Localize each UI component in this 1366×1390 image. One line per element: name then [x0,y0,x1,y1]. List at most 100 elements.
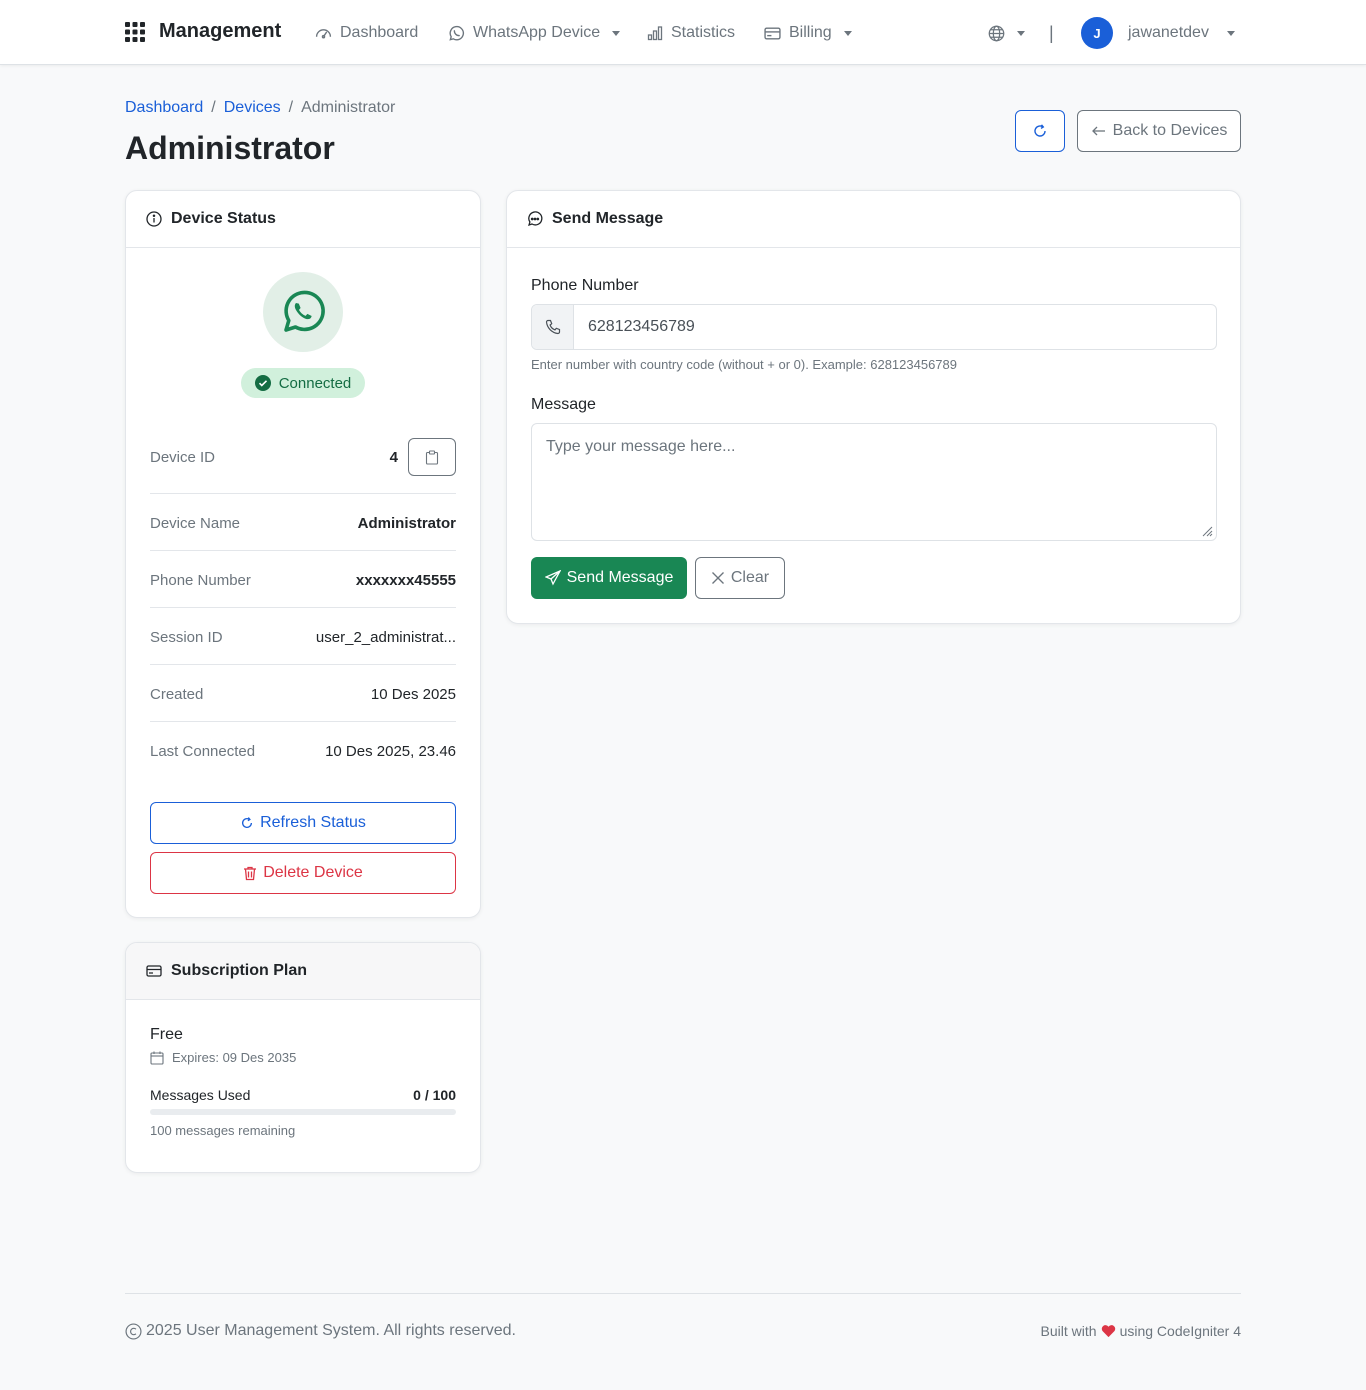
messages-progress-bar [150,1109,456,1115]
row-divider [150,550,456,551]
message-textarea[interactable]: Type your message here... [531,423,1217,541]
whatsapp-logo [263,272,343,352]
device-id-value: 4 [389,448,398,466]
globe-icon [988,25,1005,42]
info-icon [146,211,162,227]
resize-handle-icon[interactable] [1201,525,1213,537]
plan-expiry-text: Expires: 09 Des 2035 [172,1050,297,1065]
breadcrumb-devices[interactable]: Devices [224,99,281,117]
whatsapp-icon [448,25,465,42]
built-using-text: using CodeIgniter 4 [1119,1323,1241,1339]
row-divider [150,493,456,494]
user-menu[interactable]: jawanetdev [1128,22,1235,44]
phone-number-help: Enter number with country code (without … [531,357,957,372]
whatsapp-icon [278,287,328,337]
send-message-label: Send Message [566,569,674,586]
brand[interactable]: Management [125,20,281,43]
phone-number-label: Phone Number [531,277,639,294]
device-status-header: Device Status [126,191,480,248]
phone-number-field[interactable]: 628123456789 [531,304,1217,350]
plan-expiry: Expires: 09 Des 2035 [150,1050,296,1065]
chevron-down-icon [843,30,852,36]
nav-whatsapp-device-label: WhatsApp Device [473,24,601,41]
session-id-label: Session ID [150,628,223,646]
footer-copyright: 2025 User Management System. All rights … [125,1322,516,1340]
refresh-status-button[interactable]: Refresh Status [150,802,456,844]
nav-statistics-label: Statistics [671,24,736,41]
messages-used-value: 0 / 100 [413,1087,456,1103]
last-connected-label: Last Connected [150,742,256,760]
heart-icon [1101,1324,1116,1338]
copy-button[interactable] [408,438,456,476]
send-message-title: Send Message [552,210,664,227]
chevron-down-icon [1226,30,1235,36]
page-title: Administrator [125,130,335,166]
refresh-icon [1032,123,1048,139]
calendar-icon [150,1051,164,1065]
row-divider [150,664,456,665]
delete-device-button[interactable]: Delete Device [150,852,456,894]
send-message-card: Send Message Phone Number 628123456789 E… [506,190,1241,624]
row-divider [150,721,456,722]
nav-whatsapp-device[interactable]: WhatsApp Device [448,22,621,44]
created-label: Created [150,685,204,703]
refresh-status-label: Refresh Status [260,814,366,831]
phone-icon [532,305,574,349]
device-name-row: Device Name Administrator [150,511,456,535]
check-circle-icon [254,375,271,391]
messages-used-label: Messages Used [150,1087,251,1103]
nav-billing-label: Billing [789,24,832,41]
chevron-down-icon [1017,30,1025,36]
nav-dashboard[interactable]: Dashboard [315,22,418,44]
phone-number-value: xxxxxxx45555 [355,571,456,589]
footer-divider [125,1293,1241,1294]
subscription-card: Subscription Plan Free Expires: 09 Des 2… [125,942,481,1173]
session-id-value: user_2_administrat... [315,628,456,646]
message-placeholder: Type your message here... [546,438,736,455]
messages-used-row: Messages Used 0 / 100 [150,1087,456,1103]
clear-label: Clear [730,569,770,586]
phone-number-input[interactable]: 628123456789 [574,305,1216,349]
plan-name: Free [150,1026,183,1043]
breadcrumb-dashboard[interactable]: Dashboard [125,99,203,117]
breadcrumb: Dashboard / Devices / Administrator [125,99,395,117]
breadcrumb-separator: / [288,99,294,116]
last-connected-row: Last Connected 10 Des 2025, 23.46 [150,739,456,763]
phone-number-label: Phone Number [150,571,251,589]
last-connected-value: 10 Des 2025, 23.46 [325,742,456,760]
trash-icon [243,866,257,881]
clear-button[interactable]: Clear [695,557,785,599]
copyright-text: 2025 User Management System. All rights … [146,1322,516,1339]
avatar[interactable]: J [1081,17,1113,49]
created-row: Created 10 Des 2025 [150,682,456,706]
back-to-devices-button[interactable]: Back to Devices [1077,110,1241,152]
device-status-title: Device Status [171,210,276,227]
nav-statistics[interactable]: Statistics [647,22,735,44]
breadcrumb-current: Administrator [301,99,396,116]
row-divider [150,607,456,608]
built-with-text: Built with [1040,1323,1097,1339]
created-value: 10 Des 2025 [370,685,456,703]
credit-card-icon [146,963,162,979]
back-to-devices-label: Back to Devices [1112,122,1228,139]
chat-dots-icon [527,211,543,227]
nav-billing[interactable]: Billing [764,22,852,44]
speedometer-icon [315,25,332,42]
delete-device-label: Delete Device [263,864,363,881]
device-id-label: Device ID [150,448,216,466]
chevron-down-icon [612,30,621,36]
device-name-label: Device Name [150,514,241,532]
clipboard-icon [425,449,439,465]
send-message-button[interactable]: Send Message [531,557,687,599]
session-id-row: Session ID user_2_administrat... [150,625,456,649]
bar-chart-icon [647,25,663,41]
messages-remaining: 100 messages remaining [150,1123,296,1138]
subscription-header: Subscription Plan [126,943,480,1000]
refresh-button[interactable] [1015,110,1065,152]
credit-card-icon [764,25,781,42]
send-message-header: Send Message [507,191,1240,248]
language-dropdown[interactable] [988,22,1025,44]
copyright-icon [125,1322,142,1340]
grid-icon [125,21,145,42]
device-name-value: Administrator [357,514,456,532]
